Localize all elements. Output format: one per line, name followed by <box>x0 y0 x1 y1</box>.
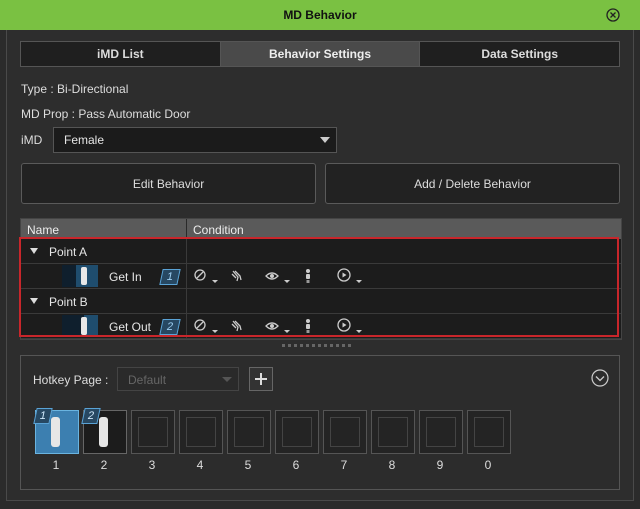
hotkey-panel: Hotkey Page : Default 1 2 1 2 3 4 5 6 7 … <box>20 355 620 490</box>
hotkey-slot-3[interactable] <box>131 410 175 454</box>
header-divider <box>186 219 187 239</box>
slot-number: 7 <box>340 458 348 472</box>
slot-number: 2 <box>100 458 108 472</box>
empty-slot-frame <box>234 417 264 447</box>
hotkey-slot-8[interactable] <box>371 410 415 454</box>
hotkey-slot-7[interactable] <box>323 410 367 454</box>
slot-badge: 1 <box>33 408 53 424</box>
hotkey-slot-4[interactable] <box>179 410 223 454</box>
hotkey-page-label: Hotkey Page : <box>33 373 109 387</box>
table-header: Name Condition <box>21 219 621 239</box>
chevron-down-icon <box>320 137 330 143</box>
md-prop-label: MD Prop : Pass Automatic Door <box>21 107 191 121</box>
slot-number: 3 <box>148 458 156 472</box>
chevron-down-icon <box>222 377 232 382</box>
slot-number: 6 <box>292 458 300 472</box>
hotkey-slot-5[interactable] <box>227 410 271 454</box>
collapse-circle-icon[interactable] <box>591 369 609 387</box>
imd-select[interactable]: Female <box>53 127 337 153</box>
hotkey-slot-0[interactable] <box>467 410 511 454</box>
empty-slot-frame <box>138 417 168 447</box>
type-label: Type : Bi-Directional <box>21 82 129 96</box>
selection-highlight-box <box>19 237 619 337</box>
imd-select-value: Female <box>64 133 105 147</box>
tab-bar: iMD List Behavior Settings Data Settings <box>20 41 620 67</box>
empty-slot-frame <box>474 417 504 447</box>
character-figure-icon <box>51 417 60 447</box>
hotkey-slot-1[interactable]: 1 <box>33 408 79 454</box>
empty-slot-frame <box>378 417 408 447</box>
character-figure-icon <box>99 417 108 447</box>
slot-number: 5 <box>244 458 252 472</box>
hotkey-page-value: Default <box>128 373 167 387</box>
tab-behavior-settings[interactable]: Behavior Settings <box>220 42 421 66</box>
slot-number: 0 <box>484 458 492 472</box>
empty-slot-frame <box>330 417 360 447</box>
tab-imd-list[interactable]: iMD List <box>21 42 221 66</box>
column-name-header: Name <box>27 223 60 237</box>
column-condition-header: Condition <box>193 223 244 237</box>
tab-data-settings[interactable]: Data Settings <box>420 42 620 66</box>
window-title: MD Behavior <box>283 8 357 22</box>
md-behavior-window: MD Behavior iMD List Behavior Settings D… <box>0 0 640 509</box>
slot-number: 4 <box>196 458 204 472</box>
slot-number: 8 <box>388 458 396 472</box>
empty-slot-frame <box>426 417 456 447</box>
hotkey-slot-2[interactable]: 2 <box>81 408 127 454</box>
hotkey-slot-6[interactable] <box>275 410 319 454</box>
slot-number: 1 <box>52 458 60 472</box>
edit-behavior-button[interactable]: Edit Behavior <box>21 163 316 204</box>
add-delete-behavior-button[interactable]: Add / Delete Behavior <box>325 163 620 204</box>
imd-label: iMD <box>21 133 43 147</box>
slot-badge: 2 <box>81 408 101 424</box>
title-bar: MD Behavior <box>0 0 640 30</box>
empty-slot-frame <box>282 417 312 447</box>
empty-slot-frame <box>186 417 216 447</box>
resize-grip[interactable] <box>282 344 358 348</box>
slot-number: 9 <box>436 458 444 472</box>
close-icon[interactable] <box>606 8 620 22</box>
hotkey-page-select[interactable]: Default <box>117 367 239 391</box>
hotkey-slot-9[interactable] <box>419 410 463 454</box>
add-page-button[interactable] <box>249 367 273 391</box>
